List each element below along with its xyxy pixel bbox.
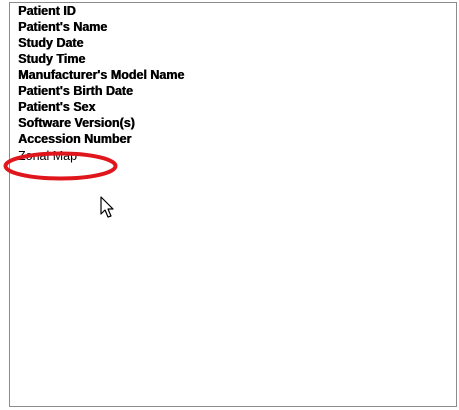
- list-item-manufacturers-model-name[interactable]: Manufacturer's Model Name: [18, 67, 184, 83]
- highlight-circle-annotation: [3, 151, 118, 181]
- list-item-patients-birth-date[interactable]: Patient's Birth Date: [18, 83, 133, 99]
- list-item-accession-number[interactable]: Accession Number: [18, 131, 131, 147]
- list-item-study-date[interactable]: Study Date: [18, 35, 83, 51]
- list-item-patient-id[interactable]: Patient ID: [18, 3, 76, 19]
- list-item-patients-name[interactable]: Patient's Name: [18, 19, 107, 35]
- arrow-pointer-icon: [100, 196, 114, 218]
- list-item-software-versions[interactable]: Software Version(s): [18, 115, 135, 131]
- list-item-study-time[interactable]: Study Time: [18, 51, 85, 67]
- list-item-patients-sex[interactable]: Patient's Sex: [18, 99, 95, 115]
- tag-listbox[interactable]: Patient ID Patient's Name Study Date Stu…: [9, 2, 457, 407]
